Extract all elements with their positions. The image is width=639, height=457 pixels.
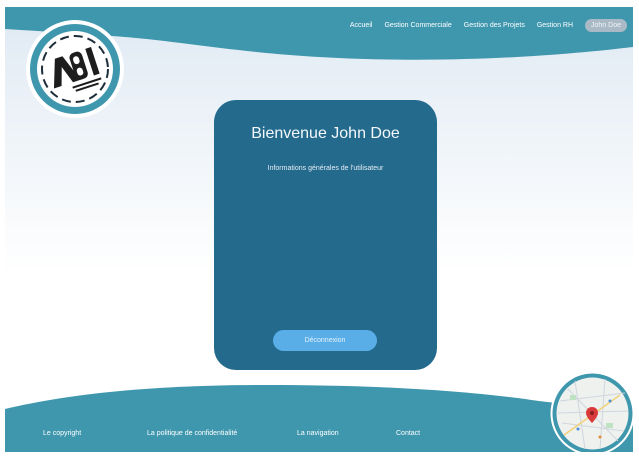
- app-frame: Accueil Gestion Commerciale Gestion des …: [5, 7, 633, 452]
- footer-nav: Le copyright La politique de confidentia…: [5, 430, 633, 444]
- top-nav: Accueil Gestion Commerciale Gestion des …: [350, 19, 627, 32]
- user-menu-button[interactable]: John Doe: [585, 19, 627, 32]
- logout-button[interactable]: Déconnexion: [273, 330, 377, 351]
- footer-link-navigation[interactable]: La navigation: [297, 430, 339, 437]
- user-info-heading: Informations générales de l'utilisateur: [267, 165, 384, 172]
- location-map[interactable]: [550, 371, 633, 452]
- nav-gestion-rh[interactable]: Gestion RH: [537, 22, 573, 29]
- welcome-title: Bienvenue John Doe: [251, 125, 400, 142]
- nav-accueil[interactable]: Accueil: [350, 22, 373, 29]
- nav-gestion-projets[interactable]: Gestion des Projets: [464, 22, 525, 29]
- company-logo[interactable]: [25, 19, 125, 119]
- welcome-card: Bienvenue John Doe Informations générale…: [214, 100, 437, 370]
- footer-link-contact[interactable]: Contact: [396, 430, 420, 437]
- footer-link-copyright[interactable]: Le copyright: [43, 430, 81, 437]
- nav-gestion-commerciale[interactable]: Gestion Commerciale: [384, 22, 451, 29]
- footer-link-privacy[interactable]: La politique de confidentialité: [147, 430, 237, 437]
